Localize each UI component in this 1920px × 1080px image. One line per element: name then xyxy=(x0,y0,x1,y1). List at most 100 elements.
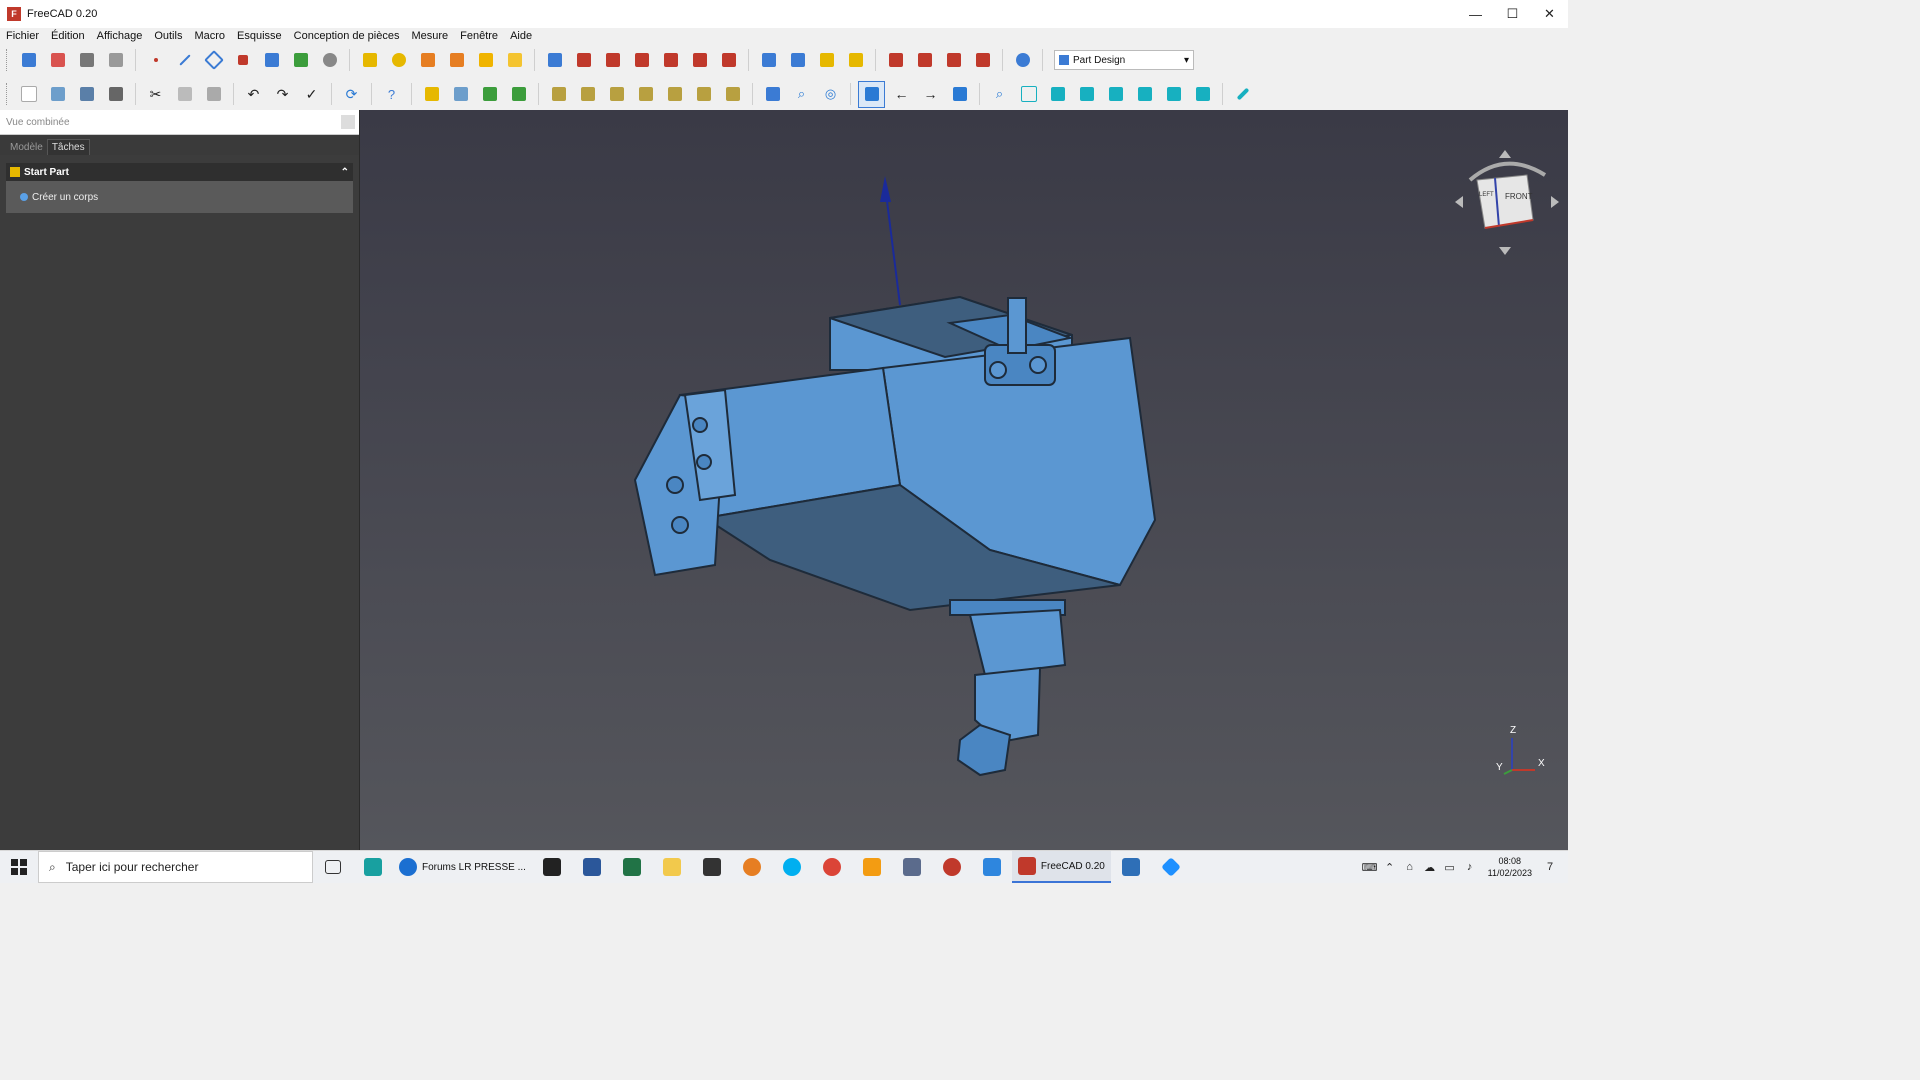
chamfer-icon[interactable] xyxy=(912,48,937,73)
menu-macro[interactable]: Macro xyxy=(188,30,231,42)
menu-esquisse[interactable]: Esquisse xyxy=(231,30,288,42)
pinwheel-icon[interactable] xyxy=(353,851,393,883)
selection-icon[interactable] xyxy=(858,80,885,108)
pocket-icon[interactable] xyxy=(542,48,567,73)
additive-primitive-icon[interactable] xyxy=(502,48,527,73)
collapse-icon[interactable]: ⌃ xyxy=(341,167,349,178)
additive-pipe-icon[interactable] xyxy=(444,48,469,73)
body-icon[interactable] xyxy=(16,48,41,73)
groove-icon[interactable] xyxy=(600,48,625,73)
subtractive-primitive-icon[interactable] xyxy=(716,48,741,73)
start-button[interactable] xyxy=(0,851,38,883)
panel-close-button[interactable] xyxy=(341,115,355,129)
additive-loft-icon[interactable] xyxy=(415,48,440,73)
toggle-view-icon[interactable] xyxy=(691,82,716,107)
close-button[interactable]: ✕ xyxy=(1531,0,1568,28)
boolean-icon[interactable] xyxy=(1010,48,1035,73)
sketch-icon[interactable] xyxy=(45,48,70,73)
f-app-icon[interactable] xyxy=(852,851,892,883)
cut-icon[interactable]: ✂ xyxy=(143,82,168,107)
menu-mesure[interactable]: Mesure xyxy=(405,30,454,42)
blue-app-icon[interactable] xyxy=(1151,851,1191,883)
mail-icon[interactable] xyxy=(972,851,1012,883)
chevron-up-icon[interactable]: ⌃ xyxy=(1380,861,1400,874)
nav-back-icon[interactable]: ← xyxy=(889,82,914,107)
toolbar-grip[interactable] xyxy=(6,83,10,105)
draw-style-toggle-icon[interactable]: ◎ xyxy=(818,82,843,107)
local-cs-icon[interactable] xyxy=(230,48,255,73)
notification-icon[interactable]: 7 xyxy=(1540,861,1560,873)
3d-viewport[interactable]: FRONT LEFT Z Y X xyxy=(360,110,1568,850)
view-rear-icon[interactable] xyxy=(1132,82,1157,107)
datum-plane-icon[interactable] xyxy=(201,48,226,73)
word-icon[interactable] xyxy=(572,851,612,883)
calculator-icon[interactable] xyxy=(892,851,932,883)
nav-forward-icon[interactable]: → xyxy=(918,82,943,107)
box-selection-icon[interactable] xyxy=(760,82,785,107)
hole-icon[interactable] xyxy=(571,48,596,73)
copy-icon[interactable] xyxy=(172,82,197,107)
usb-icon[interactable]: ⌂ xyxy=(1400,861,1420,873)
subtractive-pipe-icon[interactable] xyxy=(658,48,683,73)
menu-aide[interactable]: Aide xyxy=(504,30,538,42)
std-view-icon[interactable] xyxy=(662,82,687,107)
datum-line-icon[interactable] xyxy=(172,48,197,73)
view-left-icon[interactable] xyxy=(1190,82,1215,107)
navcube-left-label[interactable]: LEFT xyxy=(1479,192,1494,198)
additive-helix-icon[interactable] xyxy=(473,48,498,73)
view-right-icon[interactable] xyxy=(1103,82,1128,107)
monitor-icon[interactable] xyxy=(1111,851,1151,883)
datum-point-icon[interactable] xyxy=(143,48,168,73)
minimize-button[interactable]: — xyxy=(1457,0,1494,28)
orange-app-icon[interactable] xyxy=(732,851,772,883)
undo-icon[interactable]: ↶ xyxy=(241,82,266,107)
menu-fenetre[interactable]: Fenêtre xyxy=(454,30,504,42)
explorer-icon[interactable] xyxy=(652,851,692,883)
keyboard-icon[interactable]: ⌨ xyxy=(1360,861,1380,874)
multi-transform-icon[interactable] xyxy=(843,48,868,73)
menu-affichage[interactable]: Affichage xyxy=(91,30,149,42)
open-icon[interactable] xyxy=(45,82,70,107)
recompute-icon[interactable]: ⟳ xyxy=(339,82,364,107)
redo-icon[interactable]: ↷ xyxy=(270,82,295,107)
view-fit-selection-icon[interactable] xyxy=(575,82,600,107)
sub-shape-icon[interactable] xyxy=(317,48,342,73)
revolution-icon[interactable] xyxy=(386,48,411,73)
menu-conception[interactable]: Conception de pièces xyxy=(288,30,406,42)
menu-fichier[interactable]: Fichier xyxy=(0,30,45,42)
task-box-header[interactable]: Start Part ⌃ xyxy=(6,163,353,181)
menu-edition[interactable]: Édition xyxy=(45,30,91,42)
inkscape-icon[interactable] xyxy=(692,851,732,883)
navcube-front-label[interactable]: FRONT xyxy=(1505,192,1533,201)
subshape-binder-icon[interactable] xyxy=(288,48,313,73)
mirrored-icon[interactable] xyxy=(756,48,781,73)
link-actions-icon[interactable] xyxy=(506,82,531,107)
volume-icon[interactable]: ♪ xyxy=(1460,861,1480,873)
view-bottom-icon[interactable] xyxy=(1161,82,1186,107)
mark-recompute-icon[interactable] xyxy=(720,82,745,107)
bounding-box-icon[interactable] xyxy=(633,82,658,107)
draw-style-icon[interactable] xyxy=(604,82,629,107)
chrome-icon[interactable] xyxy=(812,851,852,883)
view-front-icon[interactable] xyxy=(1045,82,1070,107)
network-icon[interactable]: ▭ xyxy=(1440,861,1460,874)
link-icon[interactable] xyxy=(477,82,502,107)
zoom-box-icon[interactable]: ⌕ xyxy=(789,82,814,107)
whats-this-icon[interactable]: ? xyxy=(379,82,404,107)
view-top-icon[interactable] xyxy=(1074,82,1099,107)
refresh-check-icon[interactable]: ✓ xyxy=(299,82,324,107)
sync-view-icon[interactable] xyxy=(947,82,972,107)
paste-icon[interactable] xyxy=(201,82,226,107)
clone-icon[interactable] xyxy=(103,48,128,73)
cloud-icon[interactable]: ☁ xyxy=(1420,861,1440,874)
measure-icon[interactable] xyxy=(1230,82,1255,107)
raspberry-icon[interactable] xyxy=(932,851,972,883)
part-icon[interactable] xyxy=(419,82,444,107)
clock[interactable]: 08:08 11/02/2023 xyxy=(1488,855,1532,879)
thickness-icon[interactable] xyxy=(970,48,995,73)
7zip-icon[interactable] xyxy=(532,851,572,883)
shape-binder-icon[interactable] xyxy=(259,48,284,73)
new-icon[interactable] xyxy=(16,82,41,107)
taskbar-search[interactable]: ⌕ Taper ici pour rechercher xyxy=(38,851,313,883)
fillet-icon[interactable] xyxy=(883,48,908,73)
